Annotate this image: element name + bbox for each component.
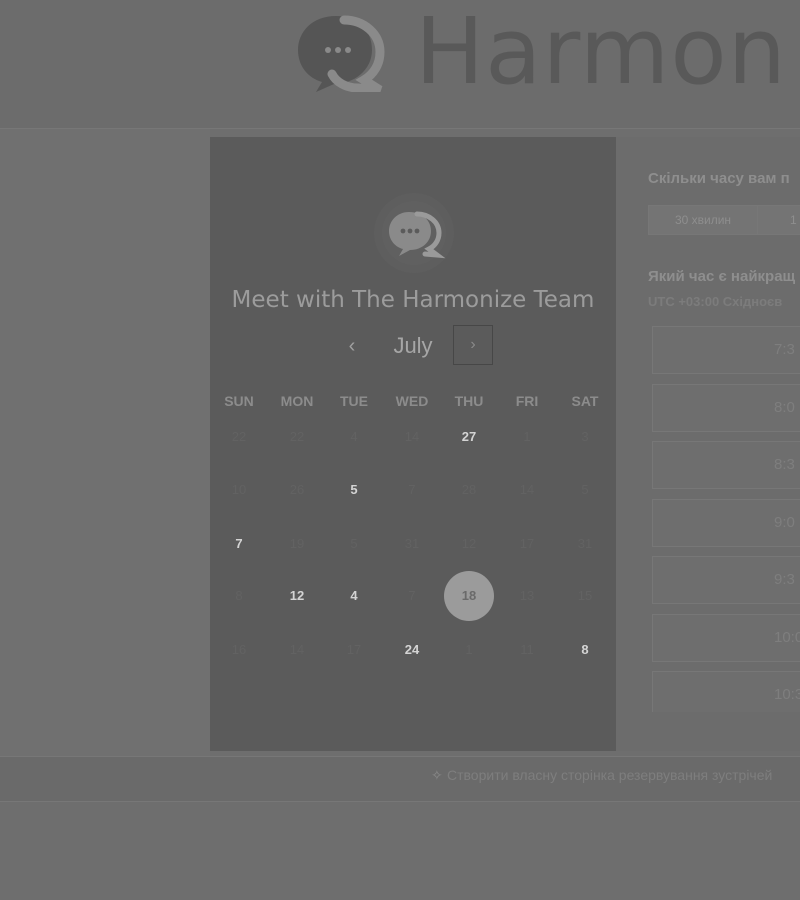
calendar-day: 14 xyxy=(519,482,535,497)
calendar-day[interactable]: 7 xyxy=(214,519,264,569)
calendar-day[interactable]: 12 xyxy=(272,571,322,621)
time-slot-label: 9:0 xyxy=(774,513,795,531)
chat-bubble-logo-icon xyxy=(374,193,454,273)
create-booking-page-link[interactable]: ✧ Створити власну сторінка резервування з… xyxy=(431,767,772,784)
duration-question: Скільки часу вам п xyxy=(648,170,790,187)
page-bottom xyxy=(0,802,800,900)
time-slot-list: 7:3 8:0 8:3 9:0 9:3 10:0 10:3 xyxy=(652,326,800,712)
calendar-day: 11 xyxy=(520,642,534,657)
calendar-day: 4 xyxy=(350,429,358,444)
time-slot-label: 10:0 xyxy=(774,628,800,646)
calendar-day[interactable]: 8 xyxy=(560,625,610,675)
footer: ✧ Створити власну сторінка резервування з… xyxy=(0,756,800,802)
time-slot-label: 8:3 xyxy=(774,456,795,473)
calendar-day: 28 xyxy=(461,482,477,497)
left-pane xyxy=(0,129,210,756)
calendar-day[interactable]: 24 xyxy=(387,625,437,675)
month-navigation: ‹ July › xyxy=(210,325,616,367)
calendar-day: 26 xyxy=(289,482,305,497)
weekday-label: WED xyxy=(395,393,429,409)
calendar-day: 10 xyxy=(231,482,247,497)
calendar-day: 1 xyxy=(465,642,473,657)
weekday-label: TUE xyxy=(340,393,368,409)
weekday-label: SAT xyxy=(571,393,599,409)
calendar-day-selected[interactable]: 18 xyxy=(444,571,494,621)
chat-bubble-logo-icon xyxy=(298,15,385,92)
weekday-header-row: SUN MON TUE WED THU FRI SAT xyxy=(210,393,616,413)
time-question: Який час є найкращ xyxy=(648,268,796,285)
time-slot-label: 8:0 xyxy=(774,398,795,416)
meeting-title: Meet with The Harmonize Team xyxy=(231,287,595,313)
time-slot-label: 10:3 xyxy=(774,686,800,703)
calendar-day: 13 xyxy=(519,588,535,603)
calendar-day: 17 xyxy=(346,642,362,657)
month-label: July xyxy=(393,333,433,358)
create-booking-page-link-text: Створити власну сторінка резервування зу… xyxy=(447,767,773,783)
duration-tab-30min[interactable]: 30 хвилин xyxy=(648,205,758,235)
calendar-day[interactable]: 4 xyxy=(329,571,379,621)
timezone-label[interactable]: UTC +03:00 Східноєв xyxy=(648,294,782,309)
calendar-day: 31 xyxy=(577,536,593,551)
calendar-day: 31 xyxy=(404,536,420,551)
header: Harmon xyxy=(0,0,800,128)
time-slot-button[interactable]: 9:3 xyxy=(652,556,800,604)
duration-tabs: 30 хвилин 1 xyxy=(648,205,800,235)
calendar-day: 16 xyxy=(231,642,247,657)
duration-tab-1[interactable]: 1 xyxy=(757,205,800,235)
calendar-day: 19 xyxy=(289,536,305,551)
calendar-day: 14 xyxy=(404,429,420,444)
calendar-day: 15 xyxy=(577,588,593,603)
weekday-label: THU xyxy=(454,393,484,409)
weekday-label: SUN xyxy=(224,393,254,409)
calendar-day-grid: 22 22 4 14 27 1 3 10 26 5 7 28 14 5 7 19 5 31 12 17 31 8 12 4 7 1… xyxy=(210,422,616,682)
calendar-day: 17 xyxy=(519,536,535,551)
time-slot-button[interactable]: 8:3 xyxy=(652,441,800,489)
calendar-day: 22 xyxy=(289,429,305,444)
time-selection-pane: Скільки часу вам п 30 хвилин 1 Який час … xyxy=(616,137,800,751)
calendar-day: 5 xyxy=(350,536,358,551)
time-slot-button[interactable]: 8:0 xyxy=(652,383,800,432)
calendar-day[interactable]: 27 xyxy=(444,412,494,462)
previous-month-button[interactable]: ‹ xyxy=(338,329,366,363)
booking-calendar-card: Meet with The Harmonize Team ‹ July › SU… xyxy=(210,137,616,751)
time-slot-label: 9:3 xyxy=(774,571,795,588)
calendar-day: 7 xyxy=(408,588,416,603)
calendar-day: 8 xyxy=(235,588,243,603)
calendar-day: 7 xyxy=(408,482,416,497)
calendar-day: 3 xyxy=(581,429,589,444)
next-month-button[interactable]: › xyxy=(453,325,493,365)
calendar-day: 5 xyxy=(581,482,589,497)
calendar-day: 22 xyxy=(231,429,247,444)
calendar-day[interactable]: 5 xyxy=(329,465,379,515)
brand-wordmark: Harmon xyxy=(415,0,787,105)
weekday-label: FRI xyxy=(515,393,539,409)
time-slot-button[interactable]: 10:0 xyxy=(652,613,800,662)
calendar-day: 14 xyxy=(289,642,305,657)
calendar-day: 1 xyxy=(523,429,531,444)
time-slot-label: 7:3 xyxy=(774,341,795,358)
wand-icon: ✧ xyxy=(431,767,443,783)
calendar-day: 12 xyxy=(461,536,477,551)
time-slot-button[interactable]: 7:3 xyxy=(652,326,800,374)
time-slot-button[interactable]: 9:0 xyxy=(652,498,800,547)
time-slot-button[interactable]: 10:3 xyxy=(652,671,800,712)
weekday-label: MON xyxy=(280,393,314,409)
